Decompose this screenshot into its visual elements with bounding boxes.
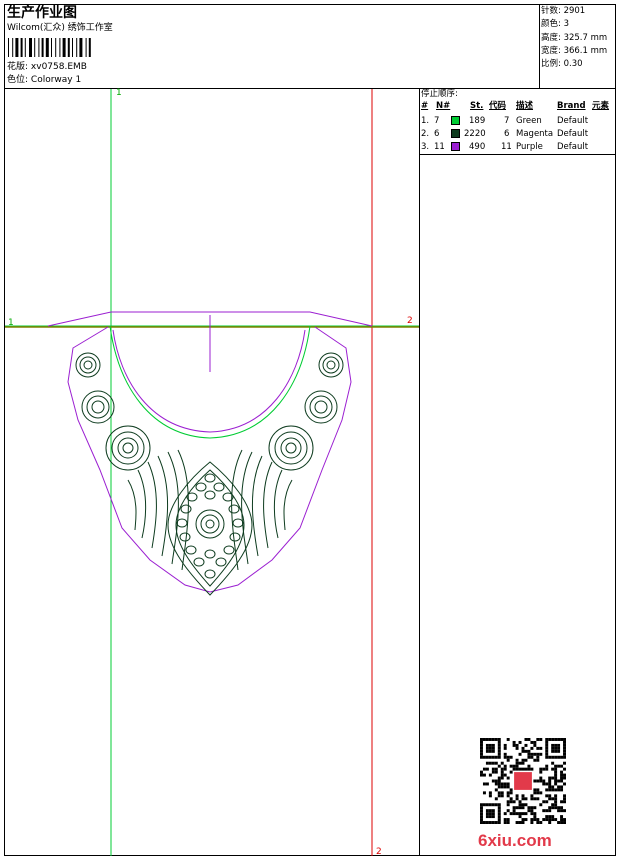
embroidery-design [5, 89, 419, 856]
guide-label-bottom: 2 [376, 847, 382, 857]
qr-code [480, 738, 566, 824]
neckline-purple [112, 329, 306, 433]
guide-label-top: 1 [116, 88, 122, 98]
guide-label-right: 2 [407, 316, 413, 326]
center-medallion [167, 461, 253, 596]
watermark-logo: 6xiu.com [478, 831, 552, 850]
right-spirals [268, 352, 344, 471]
left-spirals [75, 352, 151, 471]
guide-label-left: 1 [8, 318, 14, 328]
